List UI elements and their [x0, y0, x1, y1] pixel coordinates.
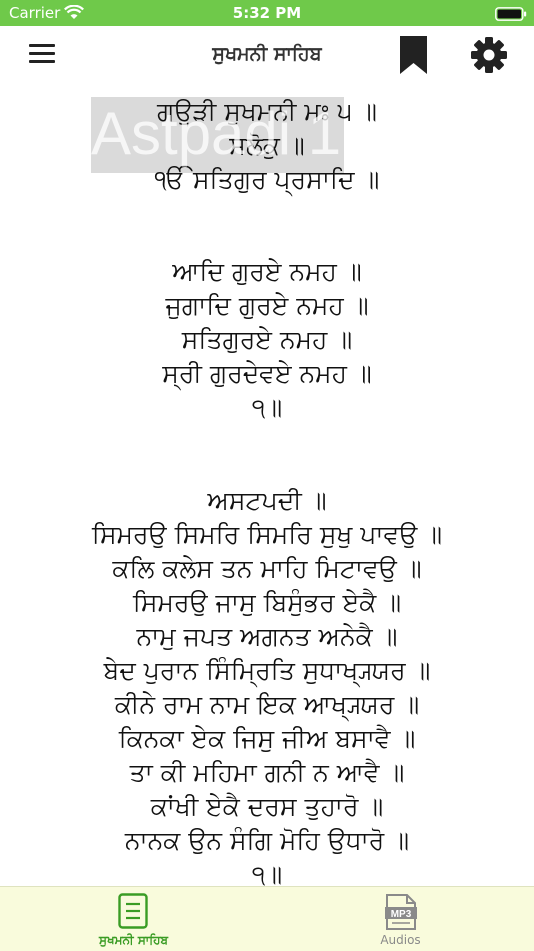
bookmark-icon[interactable]: [400, 36, 427, 78]
section-watermark: Astpadi 1: [91, 100, 342, 167]
page-title: ਸੁਖਮਨੀ ਸਾਹਿਬ: [212, 43, 322, 65]
verse-line: ਕਲਿ ਕਲੇਸ ਤਨ ਮਾਹਿ ਮਿਟਾਵਉ ॥: [112, 554, 422, 583]
verse-line: ਸਿਮਰਉ ਜਾਸੁ ਬਿਸੁੰਭਰ ਏਕੈ ॥: [132, 588, 402, 617]
tab-label: ਸੁਖਮਨੀ ਸਾਹਿਬ: [99, 933, 168, 947]
status-bar: Carrier 5:32 PM: [0, 0, 534, 26]
gear-icon[interactable]: [471, 37, 507, 77]
verse-line: ਤਾ ਕੀ ਮਹਿਮਾ ਗਨੀ ਨ ਆਵੈ ॥: [129, 758, 405, 787]
verse-line: ਬੇਦ ਪੁਰਾਨ ਸਿੰਮ੍ਰਿਤਿ ਸੁਧਾਖ੍ਯ੍ਯਰ ॥: [103, 656, 431, 685]
tab-bar: ਸੁਖਮਨੀ ਸਾਹਿਬ MP3 Audios: [0, 886, 534, 951]
tab-sukhmani-sahib[interactable]: ਸੁਖਮਨੀ ਸਾਹਿਬ: [0, 887, 267, 951]
tab-audios[interactable]: MP3 Audios: [267, 887, 534, 951]
verse-line: ਸਿਮਰਉ ਸਿਮਰਿ ਸਿਮਰਿ ਸੁਖੁ ਪਾਵਉ ॥: [91, 520, 443, 549]
verse-line: ਨਾਮੁ ਜਪਤ ਅਗਨਤ ਅਨੇਕੈ ॥: [136, 622, 398, 651]
gurbani-text-view[interactable]: ਗਉੜੀ ਸੁਖਮਨੀ ਮਃ ੫ ॥ ਸਲੋਕੁ ॥ ੴ ਸਤਿਗੁਰ ਪ੍ਰਸ…: [0, 84, 534, 886]
verse-line: ਕਾਂਖੀ ਏਕੈ ਦਰਸ ਤੁਹਾਰੋ ॥: [150, 792, 384, 821]
battery-icon: [495, 6, 527, 25]
verse-line: ਸਤਿਗੁਰਏ ਨਮਹ ॥: [181, 325, 353, 354]
verse-number: ੧॥: [251, 393, 283, 422]
verse-line: ਕਿਨਕਾ ਏਕ ਜਿਸੁ ਜੀਅ ਬਸਾਵੈ ॥: [118, 724, 416, 753]
verse-line: ਅਸਟਪਦੀ ॥: [207, 486, 327, 515]
verse-line: ਜੁਗਾਦਿ ਗੁਰਏ ਨਮਹ ॥: [165, 291, 369, 320]
verse-line: ਨਾਨਕ ਉਨ ਸੰਗਿ ਮੋਹਿ ਉਧਾਰੋ ॥: [124, 826, 410, 855]
verse-line: ਕੀਨੇ ਰਾਮ ਨਾਮ ਇਕ ਆਖ੍ਯ੍ਯਰ ॥: [114, 690, 420, 719]
verse-line: ਸ੍ਰੀ ਗੁਰਦੇਵਏ ਨਮਹ ॥: [162, 359, 372, 388]
navigation-bar: ਸੁਖਮਨੀ ਸਾਹਿਬ: [0, 26, 534, 84]
document-icon: [118, 893, 148, 933]
mp3-file-icon: MP3: [385, 893, 417, 935]
verse-number: ੧॥: [251, 860, 283, 886]
tab-label: Audios: [380, 933, 421, 947]
verse-line: ਆਦਿ ਗੁਰਏ ਨਮਹ ॥: [172, 257, 362, 286]
status-time: 5:32 PM: [232, 4, 302, 22]
svg-text:MP3: MP3: [391, 909, 412, 920]
